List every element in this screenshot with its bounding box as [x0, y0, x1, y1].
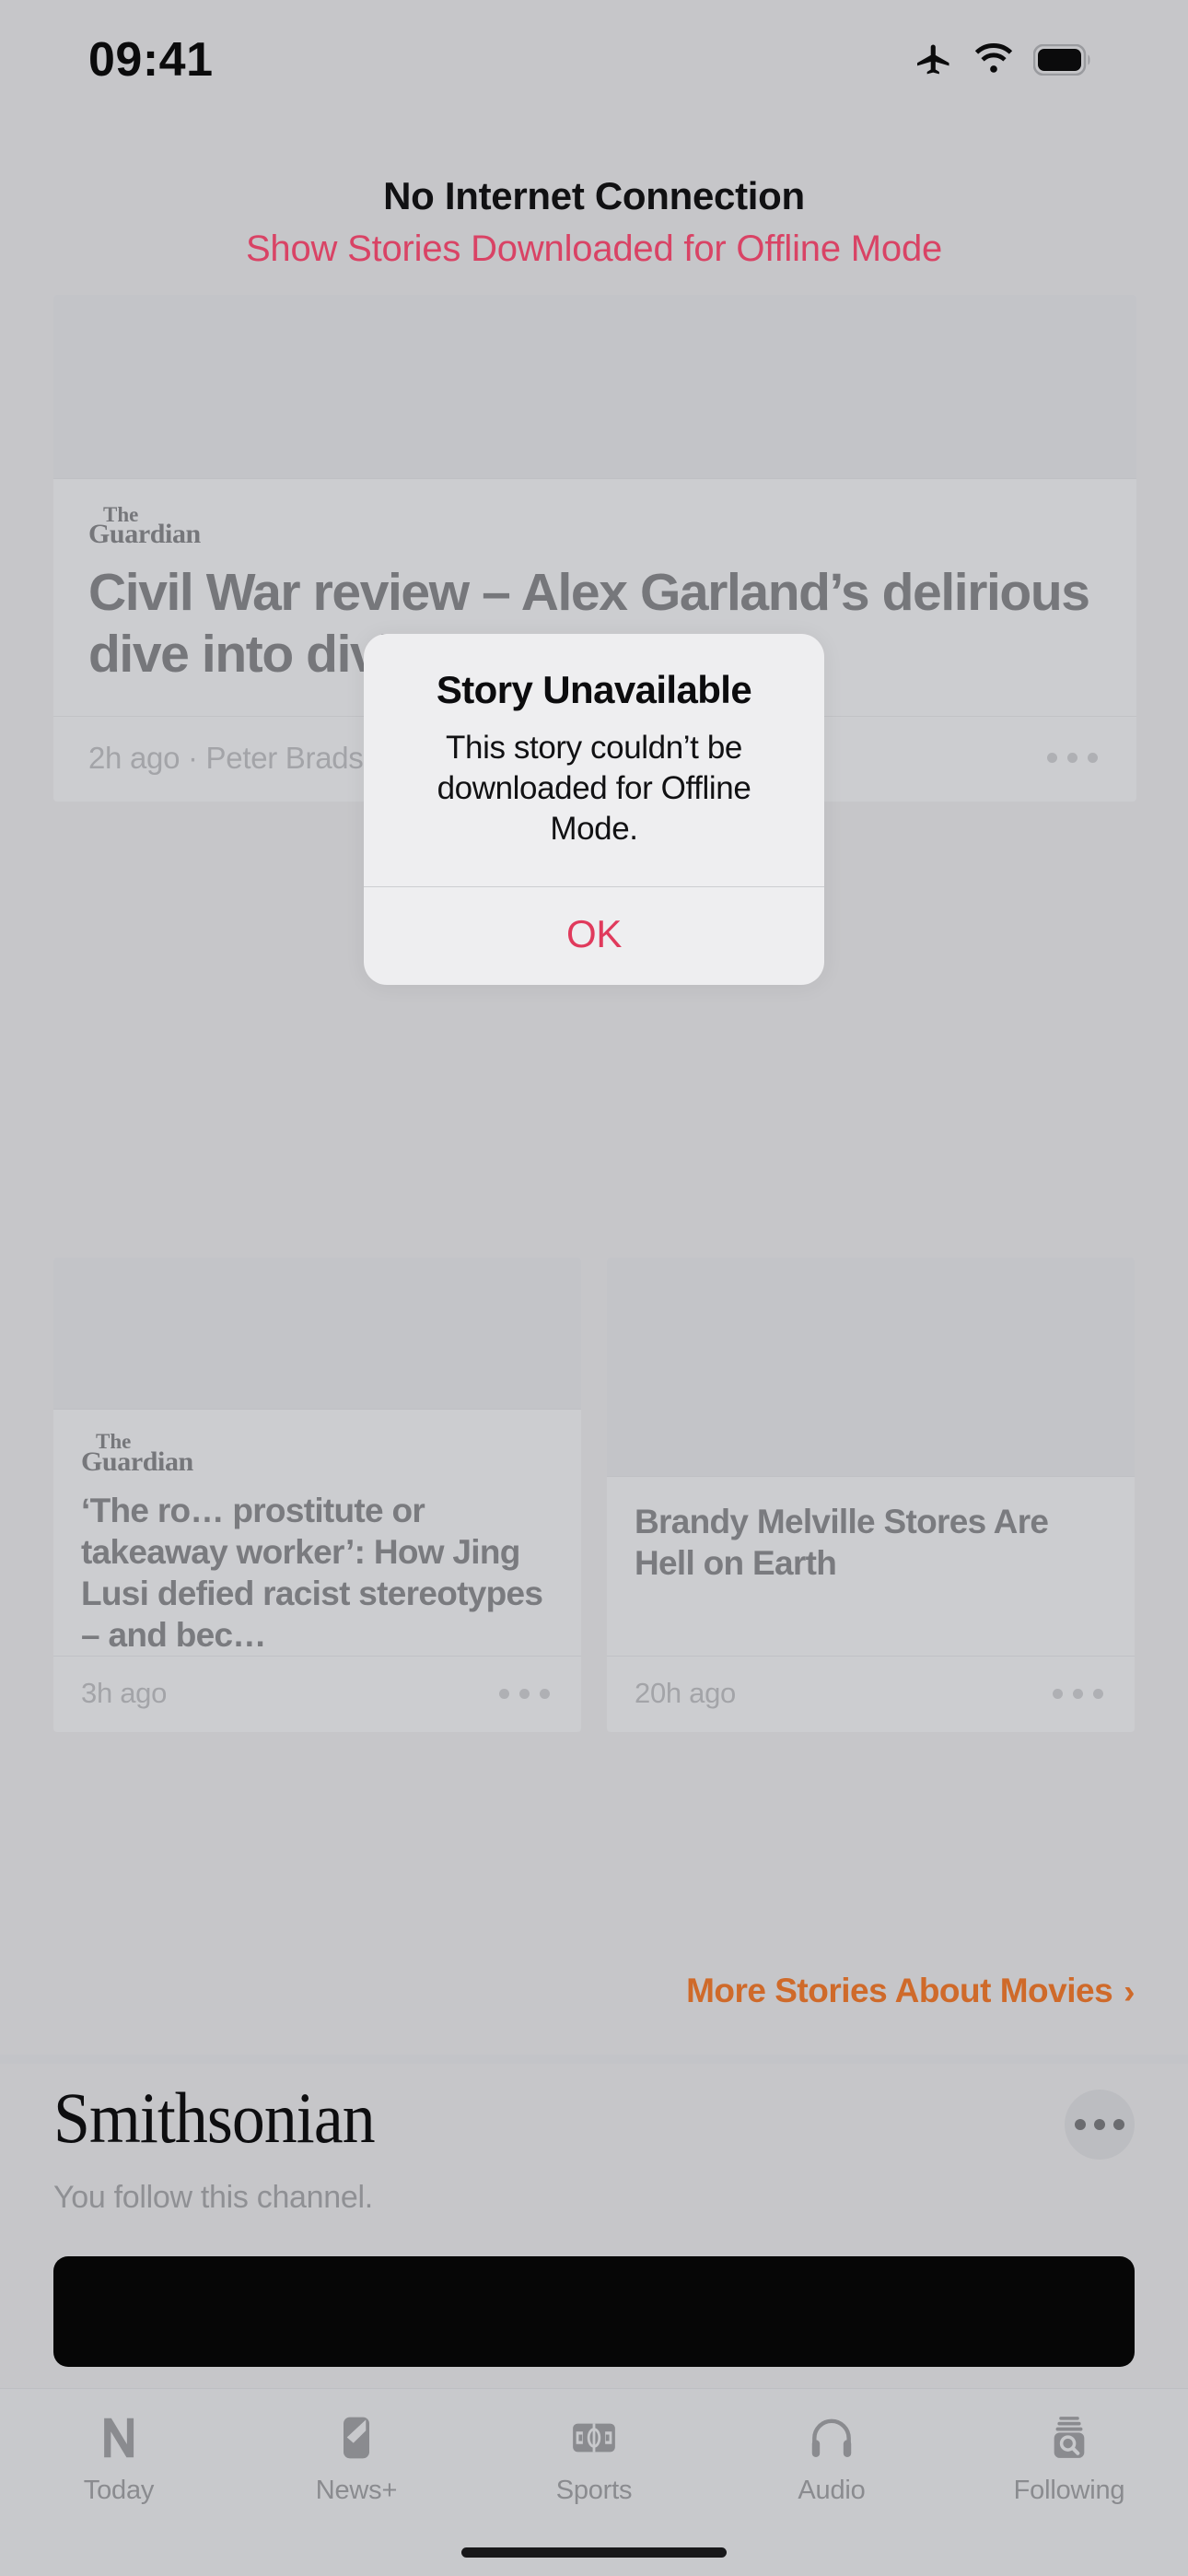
story-unavailable-alert: Story Unavailable This story couldn’t be…	[364, 634, 824, 985]
alert-actions: OK	[364, 885, 824, 985]
ok-button[interactable]: OK	[364, 887, 824, 985]
alert-message: This story couldn’t be downloaded for Of…	[437, 730, 751, 847]
modal-scrim[interactable]	[0, 0, 1188, 2576]
alert-title: Story Unavailable	[436, 668, 752, 711]
alert-content: Story Unavailable This story couldn’t be…	[364, 634, 824, 886]
